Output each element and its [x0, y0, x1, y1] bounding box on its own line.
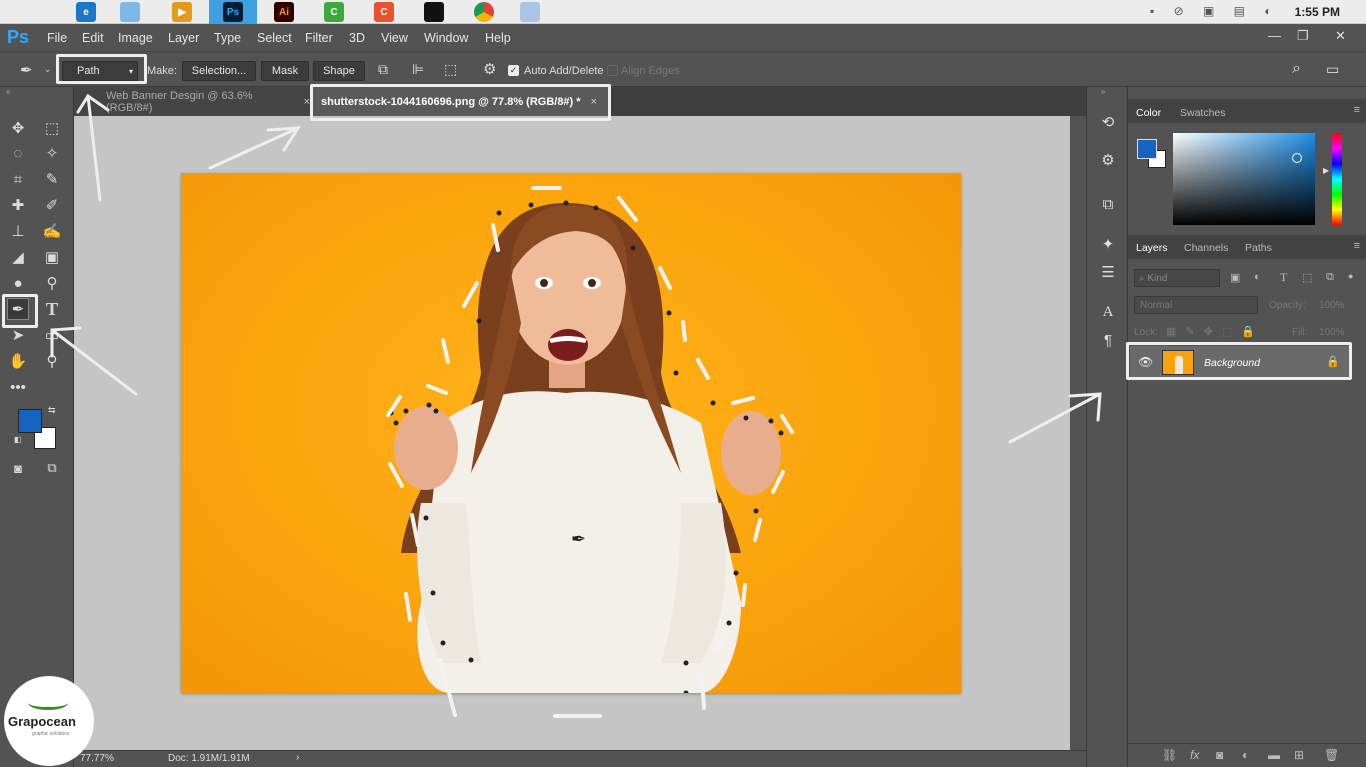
grapocean-watermark: Grapocean graphic solutions: [4, 676, 94, 766]
watermark-leaf-icon: [28, 696, 68, 710]
watermark-brand: Grapocean: [8, 714, 76, 729]
watermark-tagline: graphic solutions: [32, 731, 70, 737]
annotation-arrows: [50, 93, 1102, 444]
